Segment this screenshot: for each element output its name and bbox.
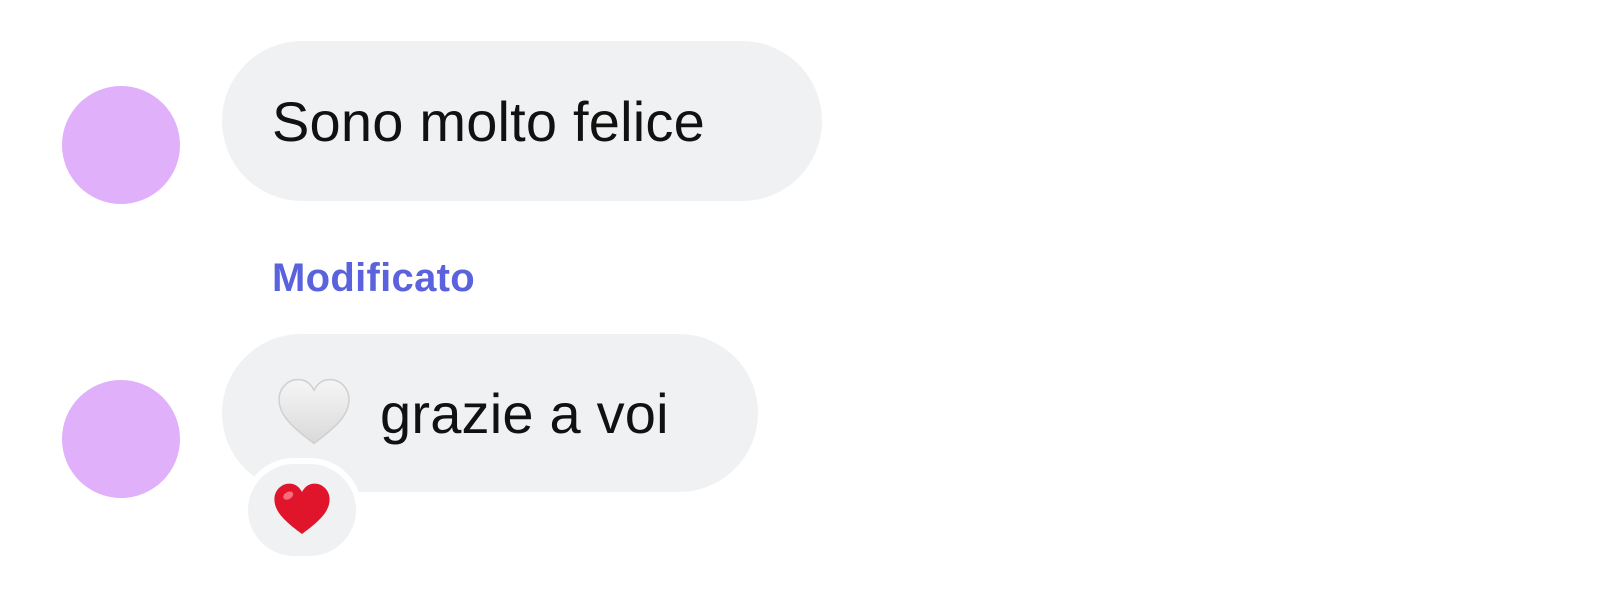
message-bubble[interactable]: Sono molto felice	[222, 41, 822, 201]
red-heart-icon	[274, 483, 330, 534]
message-text: grazie a voi	[380, 381, 669, 445]
reaction-badge[interactable]	[242, 458, 362, 562]
message-text: Sono molto felice	[272, 89, 705, 153]
avatar[interactable]	[62, 380, 180, 498]
edited-label: Modificato	[272, 256, 475, 300]
avatar[interactable]	[62, 86, 180, 204]
white-heart-icon	[278, 378, 350, 445]
red-heart-shape	[274, 483, 330, 534]
